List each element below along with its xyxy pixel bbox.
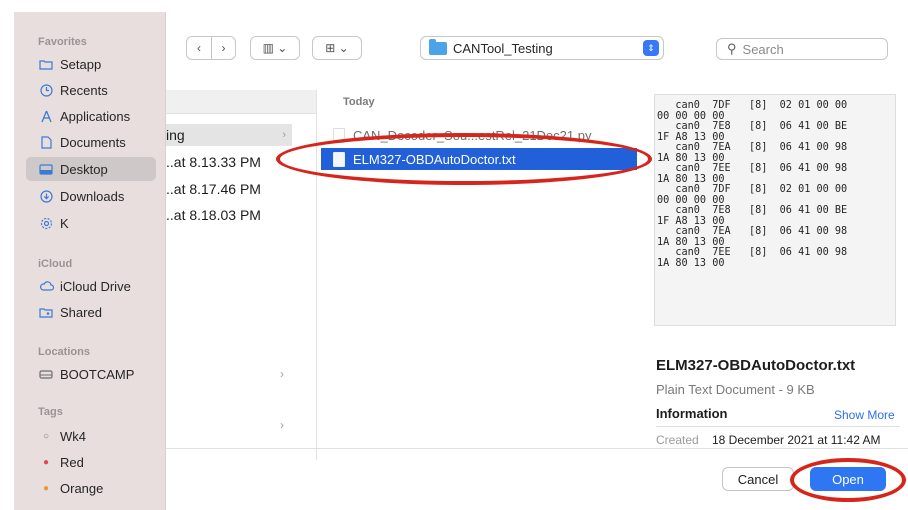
created-label: Created: [656, 433, 699, 447]
sidebar-item-setapp[interactable]: Setapp: [26, 52, 156, 76]
search-placeholder: Search: [742, 41, 784, 57]
sidebar-item-label: Recents: [60, 82, 108, 98]
file-name-label: ELM327-OBDAutoDoctor.txt: [353, 151, 516, 167]
sidebar-item-label: Red: [60, 454, 84, 470]
sidebar-item-label: Downloads: [60, 188, 125, 204]
sidebar-item-desktop[interactable]: Desktop: [26, 157, 156, 181]
sidebar-item-documents[interactable]: Documents: [26, 130, 156, 154]
tag-orange-icon: ●: [42, 482, 50, 494]
list-item[interactable]: ..at 8.18.03 PM: [166, 204, 296, 226]
chevron-updown-icon: ⇕: [643, 40, 659, 56]
sidebar-heading-icloud: iCloud: [38, 258, 73, 270]
forward-button[interactable]: ›: [211, 37, 235, 59]
sidebar-heading-tags: Tags: [38, 406, 63, 418]
sidebar-item-label: Applications: [60, 108, 131, 124]
sidebar-item-label: Desktop: [60, 161, 108, 177]
sidebar-item-icloud-drive[interactable]: iCloud Drive: [26, 274, 156, 298]
created-value: 18 December 2021 at 11:42 AM: [712, 433, 881, 447]
open-button[interactable]: Open: [810, 467, 886, 491]
sidebar-item-label: iCloud Drive: [60, 278, 131, 294]
tag-empty-icon: ○: [42, 430, 50, 442]
chevron-right-icon: ›: [282, 129, 286, 141]
divider: [166, 448, 908, 449]
file-name-label: CAN_Decoder_Sou...estRel_21Dec21.py: [353, 127, 592, 143]
sidebar-item-tag-red[interactable]: ● Red: [26, 450, 156, 474]
list-item[interactable]: ..at 8.17.46 PM: [166, 178, 296, 200]
preview-file-kind: Plain Text Document - 9 KB: [656, 382, 815, 397]
sidebar-item-tag-wk4[interactable]: ○ Wk4: [26, 424, 156, 448]
sidebar-item-label: BOOTCAMP: [60, 366, 135, 382]
sidebar-heading-favorites: Favorites: [38, 36, 87, 48]
chevron-right-icon: ›: [280, 418, 284, 432]
shared-folder-icon: [38, 307, 54, 318]
document-icon: [38, 135, 54, 149]
gear-icon: [38, 217, 54, 230]
folder-icon: [429, 38, 447, 55]
information-heading: Information: [656, 406, 728, 421]
sidebar-item-k[interactable]: K: [26, 211, 156, 235]
list-item[interactable]: ..at 8.13.33 PM: [166, 151, 296, 173]
clock-icon: [38, 83, 54, 97]
location-popup[interactable]: CANTool_Testing ⇕: [420, 36, 664, 60]
file-row[interactable]: ELM327-OBDAutoDoctor.txt: [321, 148, 637, 170]
nav-buttons: ‹ ›: [186, 36, 236, 60]
python-file-icon: [333, 127, 345, 143]
list-item-label: ..at 8.13.33 PM: [166, 154, 261, 170]
sidebar-item-recents[interactable]: Recents: [26, 78, 156, 102]
list-item[interactable]: ing ›: [166, 124, 292, 146]
back-button[interactable]: ‹: [187, 37, 211, 59]
tag-red-icon: ●: [42, 456, 50, 468]
sidebar-item-shared[interactable]: Shared: [26, 300, 156, 324]
column-view-button[interactable]: ▥ ⌄: [250, 36, 300, 60]
file-preview: can0 7DF [8] 02 01 00 00 00 00 00 00 can…: [654, 94, 896, 326]
search-input[interactable]: ⚲ Search: [716, 38, 888, 60]
cancel-button[interactable]: Cancel: [722, 467, 794, 491]
preview-file-name: ELM327-OBDAutoDoctor.txt: [656, 357, 856, 374]
sidebar-item-label: Orange: [60, 480, 104, 496]
sidebar-item-label: Shared: [60, 304, 102, 320]
group-view-button[interactable]: ⊞ ⌄: [312, 36, 362, 60]
section-header-today: Today: [343, 96, 375, 108]
open-file-dialog: Favorites Setapp Recents Applications Do…: [14, 12, 908, 510]
folder-icon: [38, 59, 54, 70]
preview-content: can0 7DF [8] 02 01 00 00 00 00 00 00 can…: [657, 100, 848, 269]
text-file-icon: [333, 151, 345, 167]
show-more-link[interactable]: Show More: [834, 408, 895, 422]
cloud-icon: [38, 281, 54, 291]
sidebar-item-bootcamp[interactable]: BOOTCAMP: [26, 362, 156, 386]
sidebar-item-tag-orange[interactable]: ● Orange: [26, 476, 156, 500]
sidebar-item-label: K: [60, 215, 69, 231]
file-list-column: Today CAN_Decoder_Sou...estRel_21Dec21.p…: [316, 90, 646, 460]
divider: [656, 426, 900, 427]
list-item-label: ing: [166, 127, 185, 143]
sidebar-item-label: Wk4: [60, 428, 86, 444]
download-icon: [38, 189, 54, 203]
sidebar-item-downloads[interactable]: Downloads: [26, 184, 156, 208]
sidebar-item-label: Setapp: [60, 56, 102, 72]
column1-header: [166, 90, 316, 114]
sidebar: Favorites Setapp Recents Applications Do…: [14, 12, 166, 510]
desktop-icon: [38, 163, 54, 175]
list-item-label: ..at 8.18.03 PM: [166, 207, 261, 223]
sidebar-heading-locations: Locations: [38, 346, 90, 358]
location-label: CANTool_Testing: [453, 40, 553, 56]
list-item-label: ..at 8.17.46 PM: [166, 181, 261, 197]
sidebar-item-applications[interactable]: Applications: [26, 104, 156, 128]
applications-icon: [38, 110, 54, 123]
file-row[interactable]: CAN_Decoder_Sou...estRel_21Dec21.py: [321, 124, 637, 146]
chevron-right-icon: ›: [280, 367, 284, 381]
sidebar-item-label: Documents: [60, 134, 126, 150]
search-icon: ⚲: [727, 41, 737, 56]
drive-icon: [38, 369, 54, 379]
